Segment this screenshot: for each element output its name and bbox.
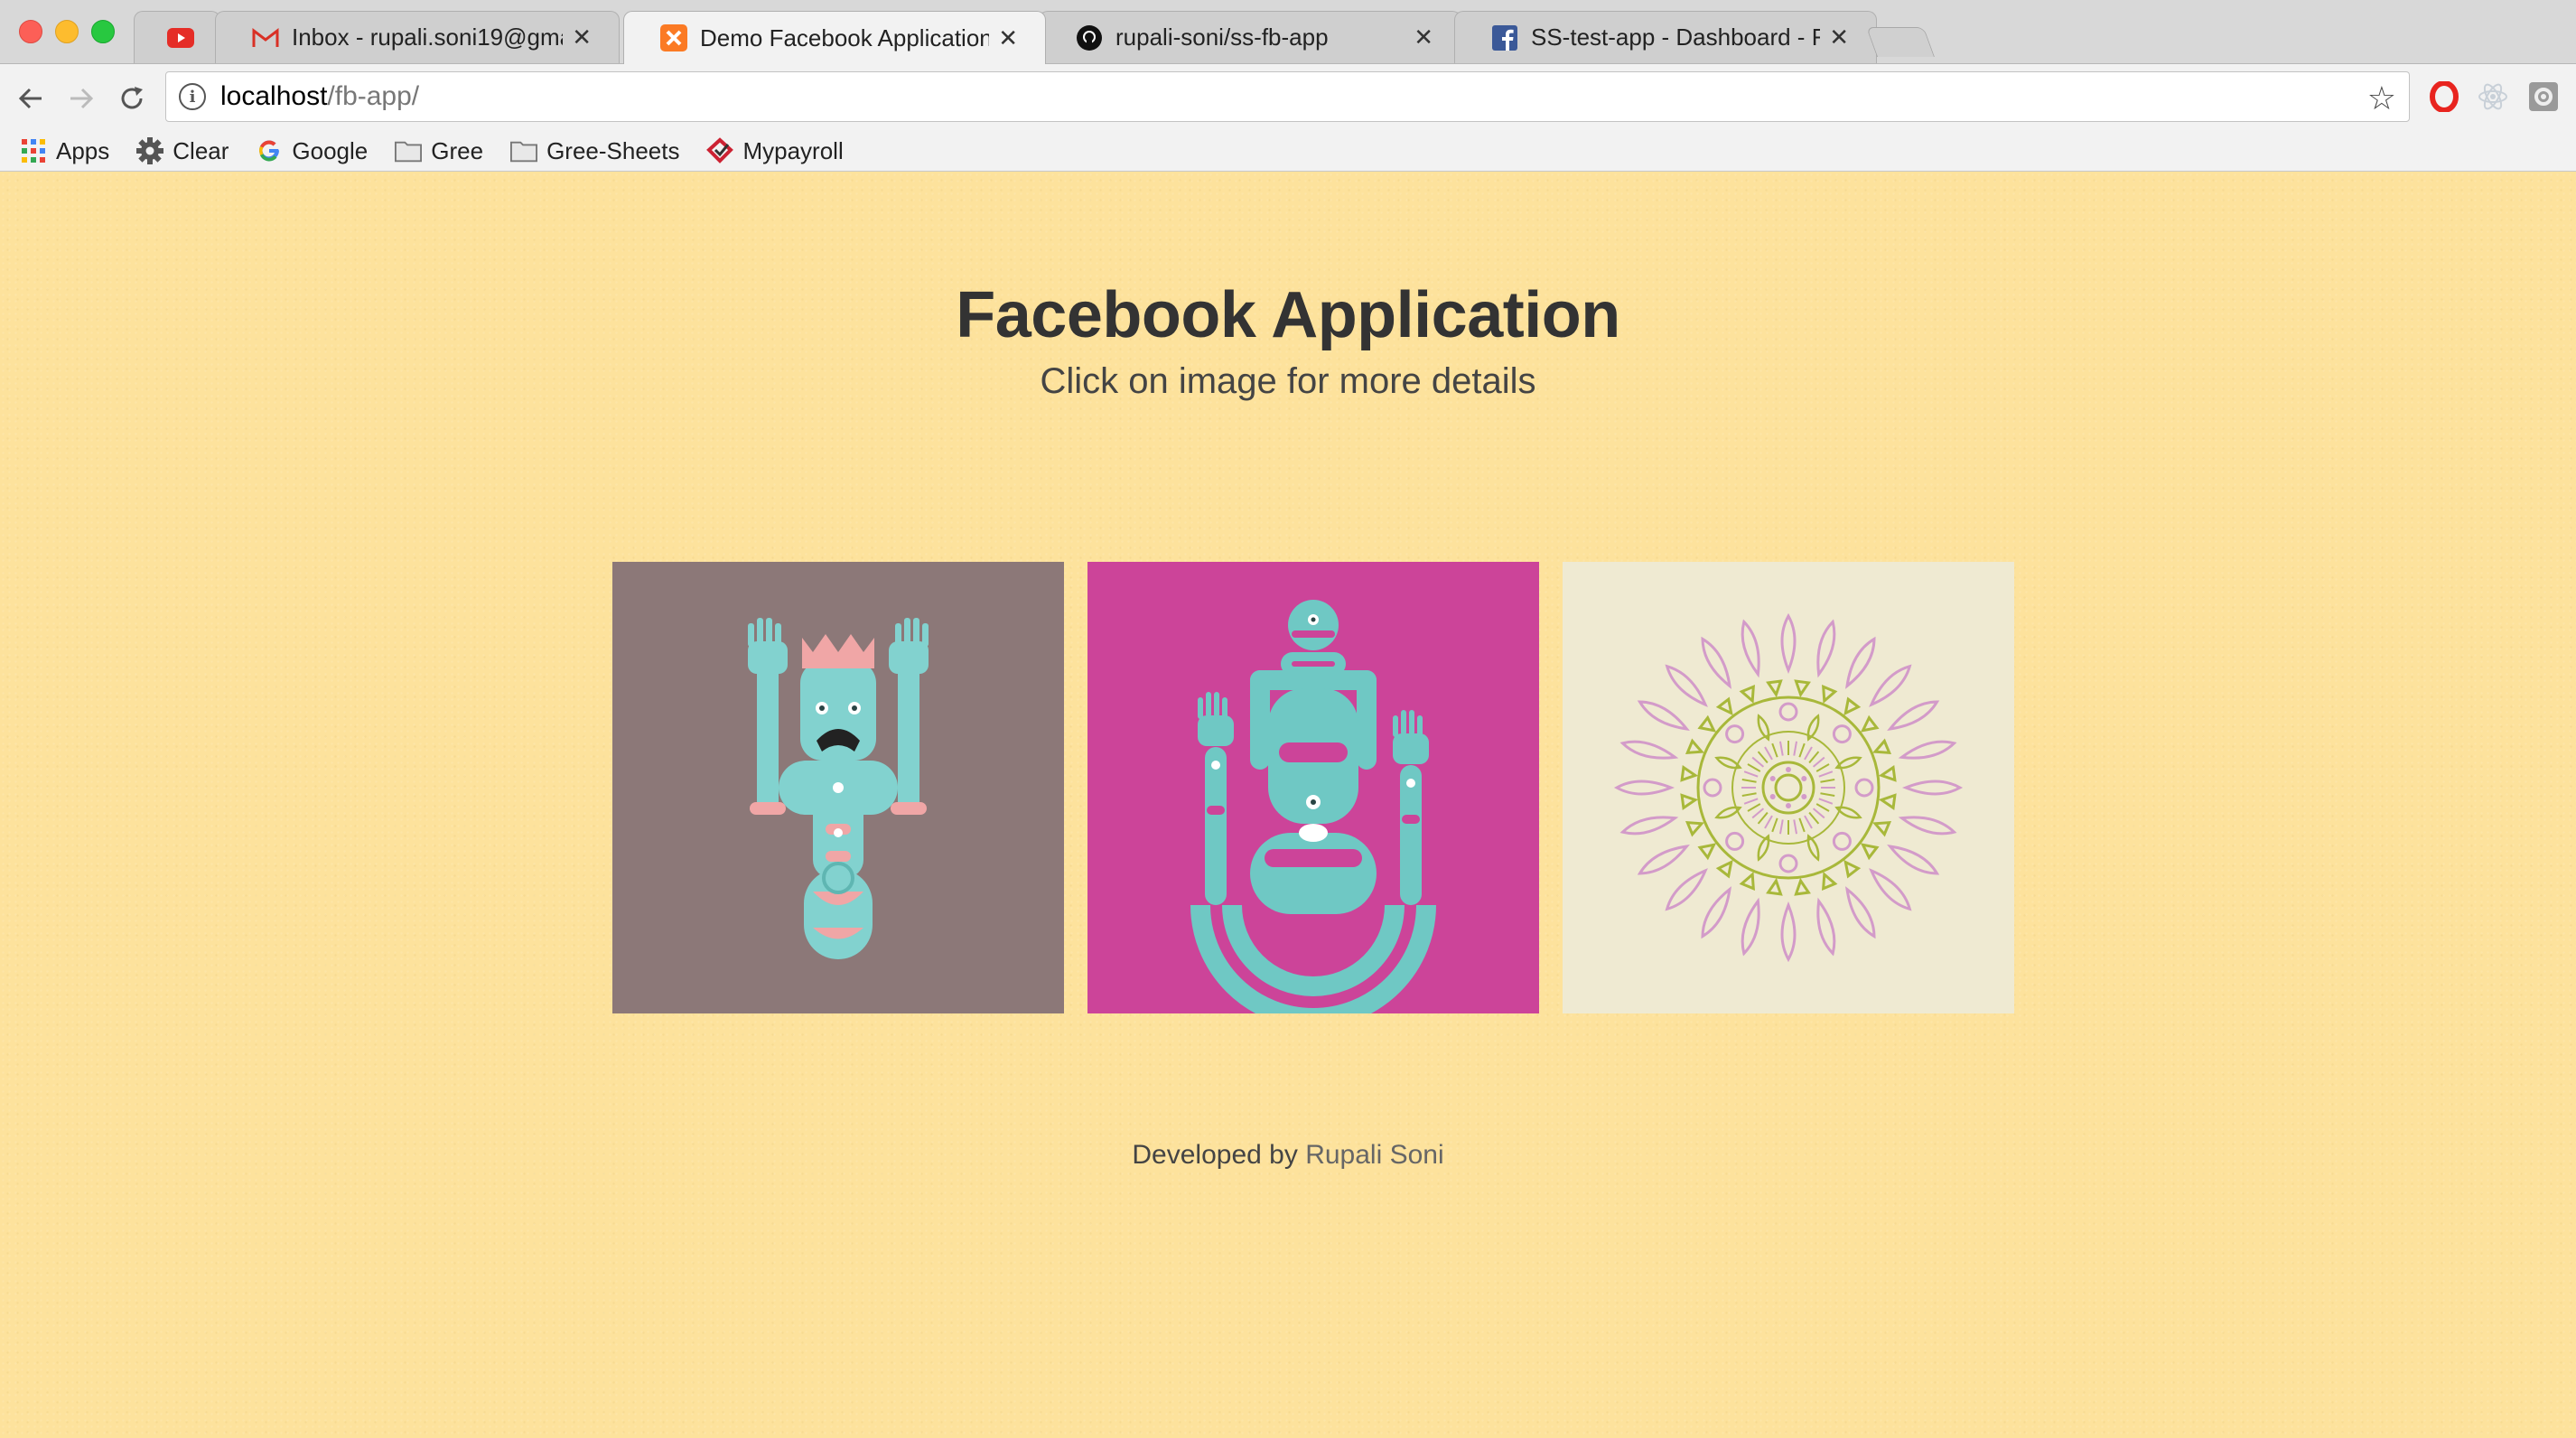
reload-button[interactable] [114,80,150,117]
bookmark-label: Clear [173,136,229,164]
tab-inbox[interactable]: Inbox - rupali.soni19@gmail.co ✕ [215,11,620,63]
page-content: Facebook Application Click on image for … [0,172,2576,1438]
arrow-left-icon [18,88,42,109]
bookmark-mypayroll[interactable]: Mypayroll [706,136,844,165]
mypayroll-icon [706,137,734,164]
page-subtitle: Click on image for more details [1040,361,1536,401]
url-text: localhost/fb-app/ [220,81,419,112]
footer: Developed by Rupali Soni [0,1140,2576,1171]
tab-demo-facebook-application[interactable]: Demo Facebook Application ✕ [623,11,1046,64]
xampp-icon [660,24,687,51]
tab-title: SS-test-app - Dashboard - Fac [1531,23,1821,51]
react-extension-icon[interactable] [2477,80,2509,113]
browser-tab-strip: Inbox - rupali.soni19@gmail.co ✕ Demo Fa… [0,0,2576,64]
maximize-window-button[interactable] [91,20,115,43]
close-icon[interactable]: ✕ [1829,23,1849,51]
url-path: /fb-app/ [327,81,420,111]
reload-icon [121,87,143,109]
tab-title: Demo Facebook Application [700,23,990,51]
close-icon[interactable]: ✕ [1414,23,1433,51]
bookmark-star-icon[interactable]: ☆ [2367,79,2396,117]
browser-toolbar: i localhost/fb-app/ ☆ Apps Clear Google … [0,64,2576,172]
extension-settings-icon[interactable] [2527,80,2560,113]
tab-title: Inbox - rupali.soni19@gmail.co [292,23,563,51]
bookmark-apps[interactable]: Apps [20,137,109,165]
gmail-icon [252,24,279,51]
bookmark-clear[interactable]: Clear [136,137,229,165]
mandala-image[interactable] [1563,562,2014,1013]
bookmark-gree[interactable]: Gree [395,137,483,165]
bookmark-label: Mypayroll [742,136,844,164]
close-icon[interactable]: ✕ [572,23,592,51]
bookmark-label: Gree [431,136,484,164]
arrow-right-icon [70,88,94,109]
minimize-window-button[interactable] [55,20,79,43]
github-icon [1076,24,1103,51]
close-window-button[interactable] [19,20,42,43]
footer-prefix: Developed by [1132,1140,1298,1170]
folder-icon [395,137,423,164]
url-host: localhost [220,81,328,111]
google-icon [256,137,283,164]
back-button[interactable] [13,80,49,117]
gear-icon [136,137,164,164]
new-tab-button[interactable] [1865,27,1936,57]
page-title: Facebook Application [956,279,1620,351]
address-bar[interactable]: i localhost/fb-app/ ☆ [165,71,2410,122]
bookmark-gree-sheets[interactable]: Gree-Sheets [510,137,679,165]
bookmark-label: Apps [56,136,110,164]
tab-youtube[interactable] [134,11,220,63]
apps-grid-icon [20,137,47,164]
facebook-icon [1491,24,1518,51]
guru-totem-image[interactable] [1087,562,1539,1013]
info-icon[interactable]: i [179,83,206,110]
tab-github[interactable]: rupali-soni/ss-fb-app ✕ [1039,11,1461,63]
author-link[interactable]: Rupali Soni [1305,1140,1443,1170]
bookmark-google[interactable]: Google [256,137,368,165]
close-icon[interactable]: ✕ [998,24,1018,52]
opera-extension-icon[interactable] [2428,80,2460,113]
forward-button[interactable] [63,80,99,117]
bookmark-label: Gree-Sheets [546,136,680,164]
folder-icon [510,137,538,164]
bookmarks-bar: Apps Clear Google Gree Gree-Sheets Mypay… [0,131,2576,171]
tab-title: rupali-soni/ss-fb-app [1115,23,1329,51]
tab-ss-test-app-dashboard[interactable]: SS-test-app - Dashboard - Fac ✕ [1454,11,1877,63]
bookmark-label: Google [292,136,369,164]
king-totem-image[interactable] [612,562,1064,1013]
youtube-icon [167,24,194,51]
